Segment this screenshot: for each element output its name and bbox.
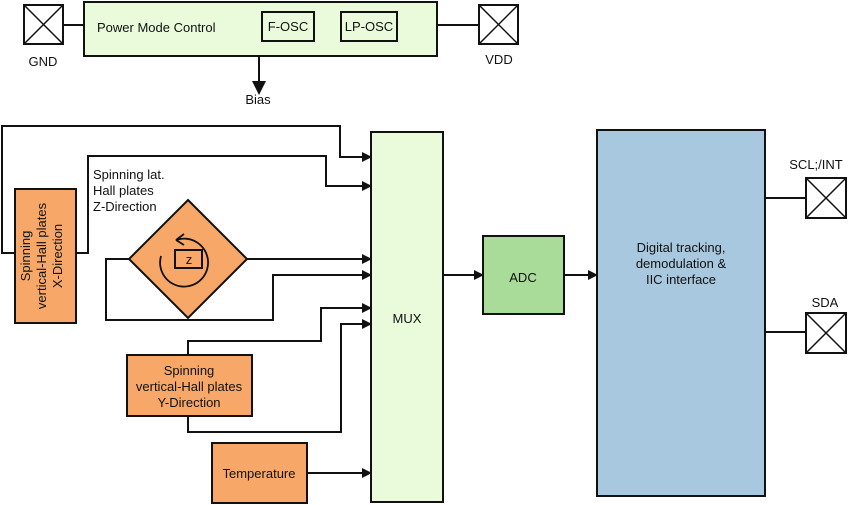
- y-direction-label-line-1: Spinning: [164, 363, 215, 378]
- y-direction-label-line-3: Y-Direction: [157, 395, 220, 410]
- digital-label-line-3: IIC interface: [646, 272, 716, 287]
- scl-label: SCL;/INT: [789, 157, 843, 172]
- z-direction-label-line-2: Hall plates: [93, 183, 154, 198]
- z-direction-label-line-3: Z-Direction: [93, 199, 157, 214]
- bias-label: Bias: [245, 92, 271, 107]
- gnd-label: GND: [29, 54, 58, 69]
- x-direction-label-line-3: X-Direction: [50, 224, 65, 288]
- y-direction-label-line-2: vertical-Hall plates: [136, 379, 243, 394]
- z-direction-label-line-1: Spinning lat.: [93, 167, 165, 182]
- mux-label: MUX: [393, 311, 422, 326]
- digital-block: [596, 129, 766, 497]
- sda-label: SDA: [812, 295, 839, 310]
- sda-pin: [805, 312, 847, 354]
- y-direction-wire-1: [187, 303, 372, 355]
- power-mode-control-label: Power Mode Control: [97, 20, 216, 35]
- digital-label-line-2: demodulation &: [636, 256, 727, 271]
- lp-osc-label: LP-OSC: [345, 19, 393, 34]
- gnd-pin: [23, 4, 64, 45]
- vdd-pin: [478, 4, 519, 45]
- z-symbol-label: z: [186, 252, 193, 267]
- x-direction-label-line-2: vertical-Hall plates: [34, 202, 49, 309]
- adc-label: ADC: [509, 270, 536, 285]
- block-diagram: GND Power Mode Control F-OSC LP-OSC VDD …: [1, 1, 847, 504]
- vdd-label: VDD: [485, 52, 512, 67]
- temperature-label: Temperature: [223, 466, 296, 481]
- digital-label-line-1: Digital tracking,: [637, 240, 726, 255]
- f-osc-label: F-OSC: [268, 19, 308, 34]
- scl-pin: [805, 177, 847, 219]
- x-direction-label-line-1: Spinning: [18, 231, 33, 282]
